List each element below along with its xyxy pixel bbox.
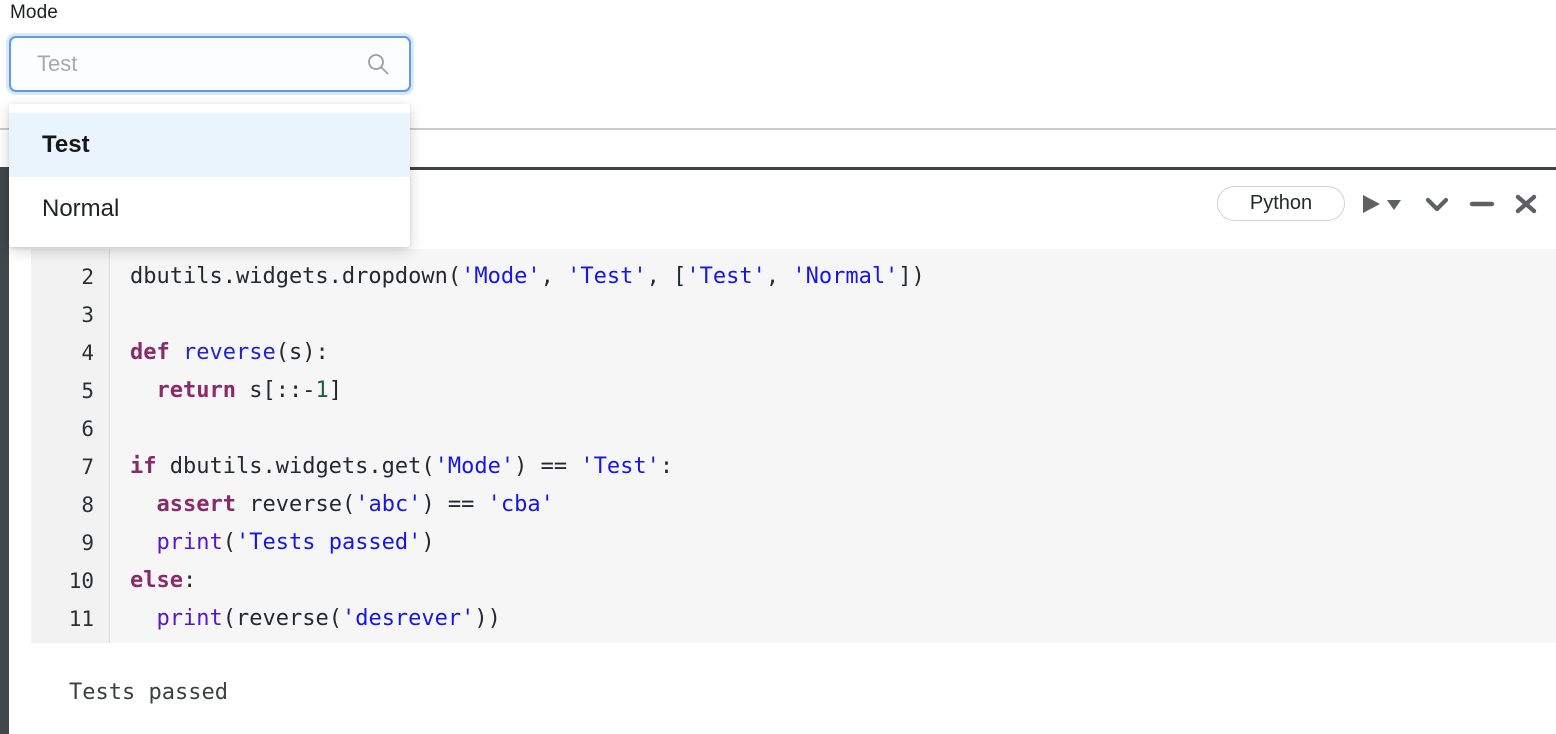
line-number: 9 [81, 531, 94, 555]
line-number: 5 [81, 379, 94, 403]
line-number: 7 [81, 455, 94, 479]
line-number: 4 [81, 341, 94, 365]
line-number: 11 [68, 607, 94, 631]
code-token: 'Mode' [461, 264, 541, 289]
cell-selection-bar [0, 167, 9, 734]
line-number: 2 [81, 265, 94, 289]
code-token: def [130, 340, 170, 365]
code-token: (s): [275, 340, 329, 365]
widget-label: Mode [10, 2, 58, 23]
code-token: assert [156, 492, 236, 517]
code-token: ) [421, 530, 435, 555]
line-number: 10 [68, 569, 94, 593]
cell-toolbar: Python [1217, 186, 1541, 221]
code-token: else [130, 568, 183, 593]
language-badge[interactable]: Python [1217, 186, 1345, 221]
language-badge-label: Python [1249, 192, 1313, 214]
code-token: , [765, 264, 793, 289]
code-token: ]) [898, 264, 925, 289]
code-line: print(reverse('desrever')) [130, 600, 1556, 638]
code-token: if [130, 454, 157, 479]
code-line: if dbutils.widgets.get('Mode') == 'Test'… [130, 448, 1556, 486]
code-token: 'Tests passed' [235, 530, 422, 555]
cell-output-text: Tests passed [69, 680, 228, 705]
code-token: ) == [514, 454, 581, 479]
code-token: , [ [646, 264, 687, 289]
code-token: print [156, 530, 223, 555]
run-cell-button[interactable] [1361, 192, 1405, 216]
dropdown-option-label: Normal [42, 195, 120, 222]
cell-output: Tests passed [31, 662, 1556, 734]
code-line: dbutils.widgets.dropdown('Mode', 'Test',… [130, 258, 1556, 296]
mode-search-input-text: Test [37, 51, 78, 76]
line-number: 3 [81, 303, 94, 327]
notebook-screen: Mode Test Test Normal Python 2 3 4 5 6 7… [0, 0, 1556, 734]
code-token: 'cba' [487, 492, 554, 517]
code-token: : [659, 454, 674, 479]
code-token: reverse( [235, 492, 356, 517]
code-token: 'Test' [686, 264, 766, 289]
code-token: (reverse( [222, 606, 342, 631]
code-token: 'abc' [355, 492, 422, 517]
code-token: , [540, 264, 568, 289]
code-token: 'Mode' [434, 454, 515, 479]
line-number-gutter: 2 3 4 5 6 7 8 9 10 11 [31, 249, 110, 643]
code-line: print('Tests passed') [130, 524, 1556, 562]
code-token: dbutils.widgets.dropdown( [130, 264, 462, 289]
code-line: return s[::-1] [130, 372, 1556, 410]
code-token: )) [474, 606, 501, 631]
chevron-down-icon[interactable] [1423, 193, 1451, 215]
dropdown-option-test[interactable]: Test [9, 113, 410, 177]
line-number: 8 [81, 493, 94, 517]
dropdown-option-label: Test [42, 131, 90, 158]
code-token: 'Normal' [792, 264, 899, 289]
line-number: 6 [81, 417, 94, 441]
code-token: return [156, 378, 236, 403]
code-token: reverse [183, 340, 276, 365]
code-token: 'Test' [580, 454, 660, 479]
notebook-cell: Python 2 3 4 5 6 7 8 9 10 11 dbutils.wid… [14, 167, 1556, 734]
minimize-icon[interactable] [1469, 193, 1495, 215]
code-token: ) == [421, 492, 488, 517]
mode-search-input[interactable]: Test [9, 36, 411, 92]
code-token: 'desrever' [341, 606, 475, 631]
search-icon [367, 53, 389, 75]
code-line: def reverse(s): [130, 334, 1556, 372]
code-line: else: [130, 562, 1556, 600]
mode-dropdown-control[interactable]: Test [9, 36, 411, 92]
code-token: ( [222, 530, 236, 555]
dropdown-option-normal[interactable]: Normal [9, 177, 410, 241]
code-token: s[::- [235, 378, 316, 403]
code-content[interactable]: dbutils.widgets.dropdown('Mode', 'Test',… [110, 249, 1556, 643]
code-editor[interactable]: 2 3 4 5 6 7 8 9 10 11 dbutils.widgets.dropdown('M… [31, 249, 1556, 643]
code-token: : [182, 568, 197, 593]
code-token: 'Test' [567, 264, 647, 289]
code-token: dbutils.widgets.get( [156, 454, 435, 479]
code-line: assert reverse('abc') == 'cba' [130, 486, 1556, 524]
code-token: 1 [315, 378, 329, 403]
code-token: ] [328, 378, 342, 403]
close-icon[interactable] [1513, 192, 1539, 216]
code-token: print [156, 606, 223, 631]
mode-dropdown-list[interactable]: Test Normal [9, 104, 410, 247]
